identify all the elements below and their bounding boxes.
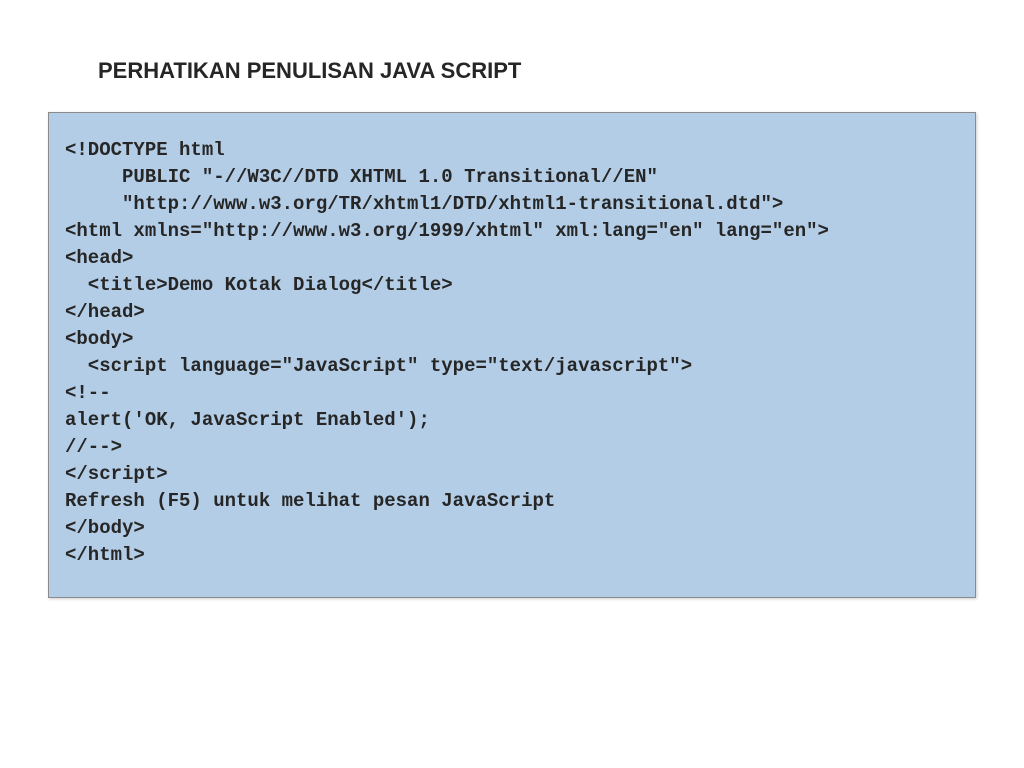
code-line: "http://www.w3.org/TR/xhtml1/DTD/xhtml1-…: [65, 191, 959, 218]
code-line: PUBLIC "-//W3C//DTD XHTML 1.0 Transition…: [65, 164, 959, 191]
slide-container: PERHATIKAN PENULISAN JAVA SCRIPT <!DOCTY…: [0, 0, 1024, 768]
code-line: <title>Demo Kotak Dialog</title>: [65, 272, 959, 299]
code-line: </html>: [65, 542, 959, 569]
code-line: <head>: [65, 245, 959, 272]
code-line: <html xmlns="http://www.w3.org/1999/xhtm…: [65, 218, 959, 245]
code-line: <!--: [65, 380, 959, 407]
code-line: <script language="JavaScript" type="text…: [65, 353, 959, 380]
code-line: alert('OK, JavaScript Enabled');: [65, 407, 959, 434]
code-line: </body>: [65, 515, 959, 542]
code-line: </head>: [65, 299, 959, 326]
code-line: Refresh (F5) untuk melihat pesan JavaScr…: [65, 488, 959, 515]
code-line: </script>: [65, 461, 959, 488]
code-line: <body>: [65, 326, 959, 353]
slide-title: PERHATIKAN PENULISAN JAVA SCRIPT: [98, 58, 976, 84]
code-line: <!DOCTYPE html: [65, 137, 959, 164]
code-block: <!DOCTYPE html PUBLIC "-//W3C//DTD XHTML…: [48, 112, 976, 598]
code-line: //-->: [65, 434, 959, 461]
